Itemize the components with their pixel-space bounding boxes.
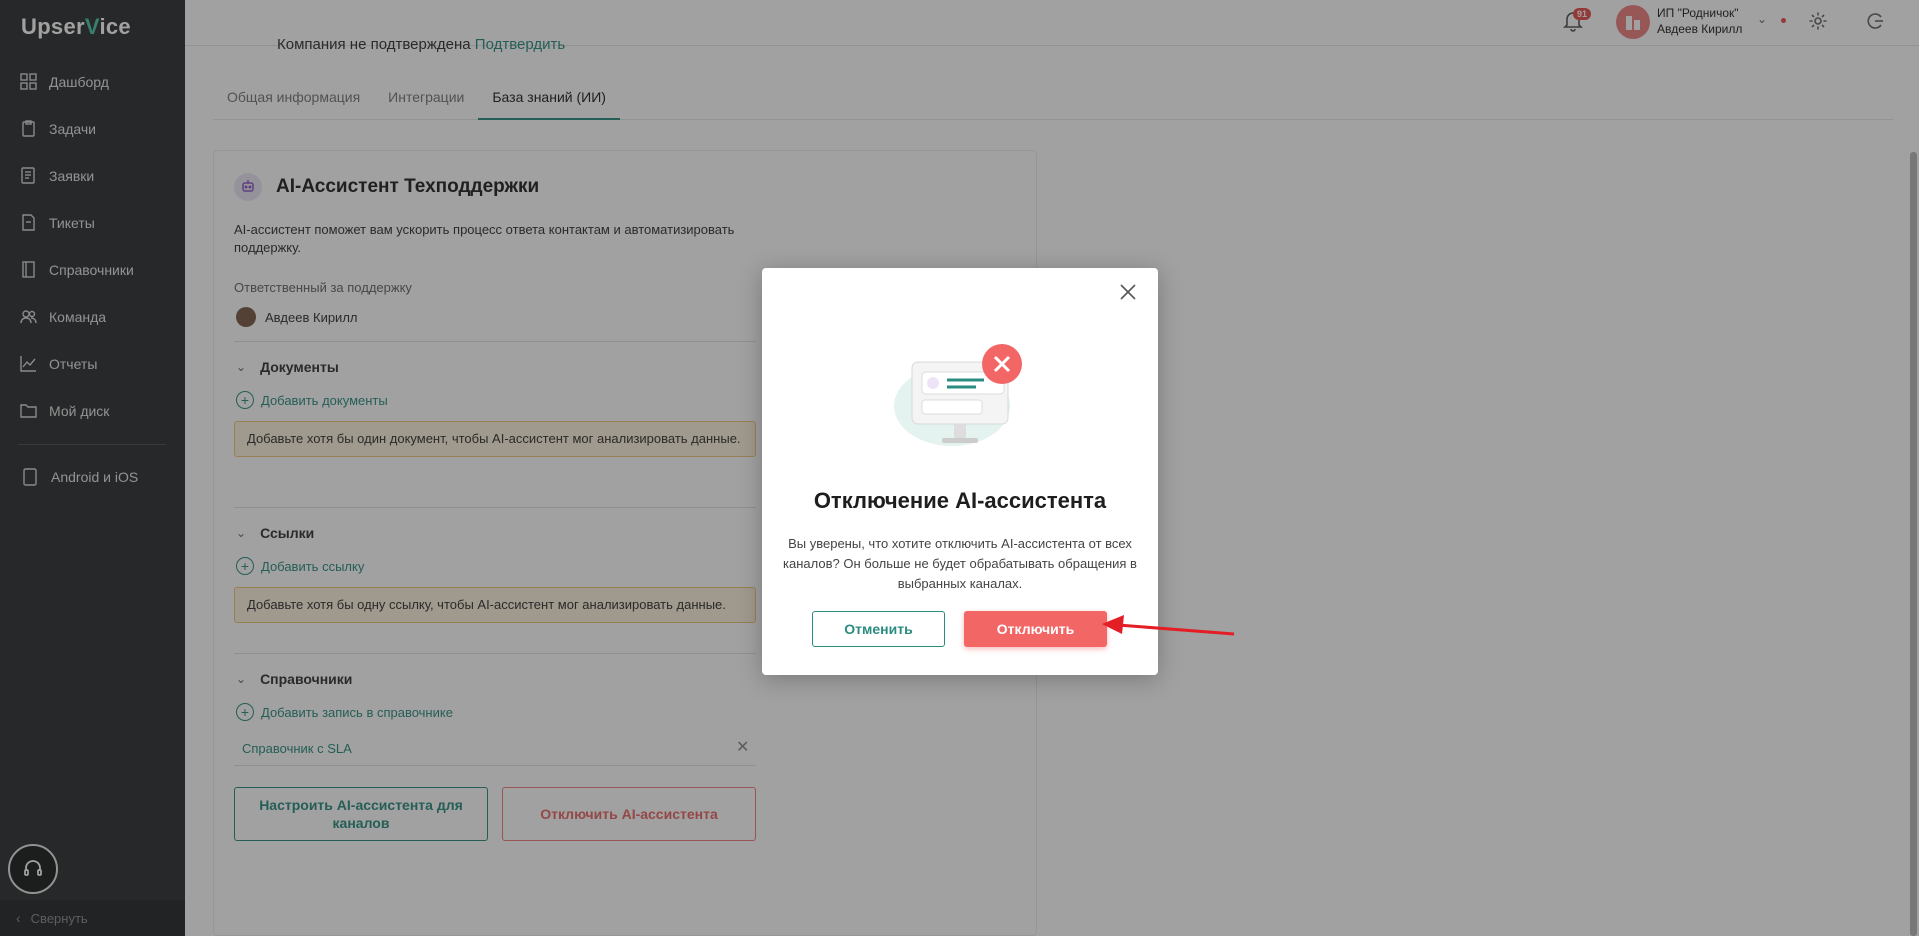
arrow-annotation-icon (1102, 615, 1235, 636)
disable-ai-modal: Отключение AI-ассистента Вы уверены, что… (762, 268, 1158, 675)
disable-illustration-icon (894, 344, 1022, 446)
modal-text: Вы уверены, что хотите отключить AI-асси… (783, 536, 1137, 591)
modal-title: Отключение AI-ассистента (813, 488, 1107, 513)
cancel-button[interactable]: Отменить (812, 611, 945, 647)
close-icon (1120, 284, 1136, 300)
confirm-disable-button[interactable]: Отключить (964, 611, 1107, 647)
modal-close-button[interactable] (1118, 282, 1138, 302)
